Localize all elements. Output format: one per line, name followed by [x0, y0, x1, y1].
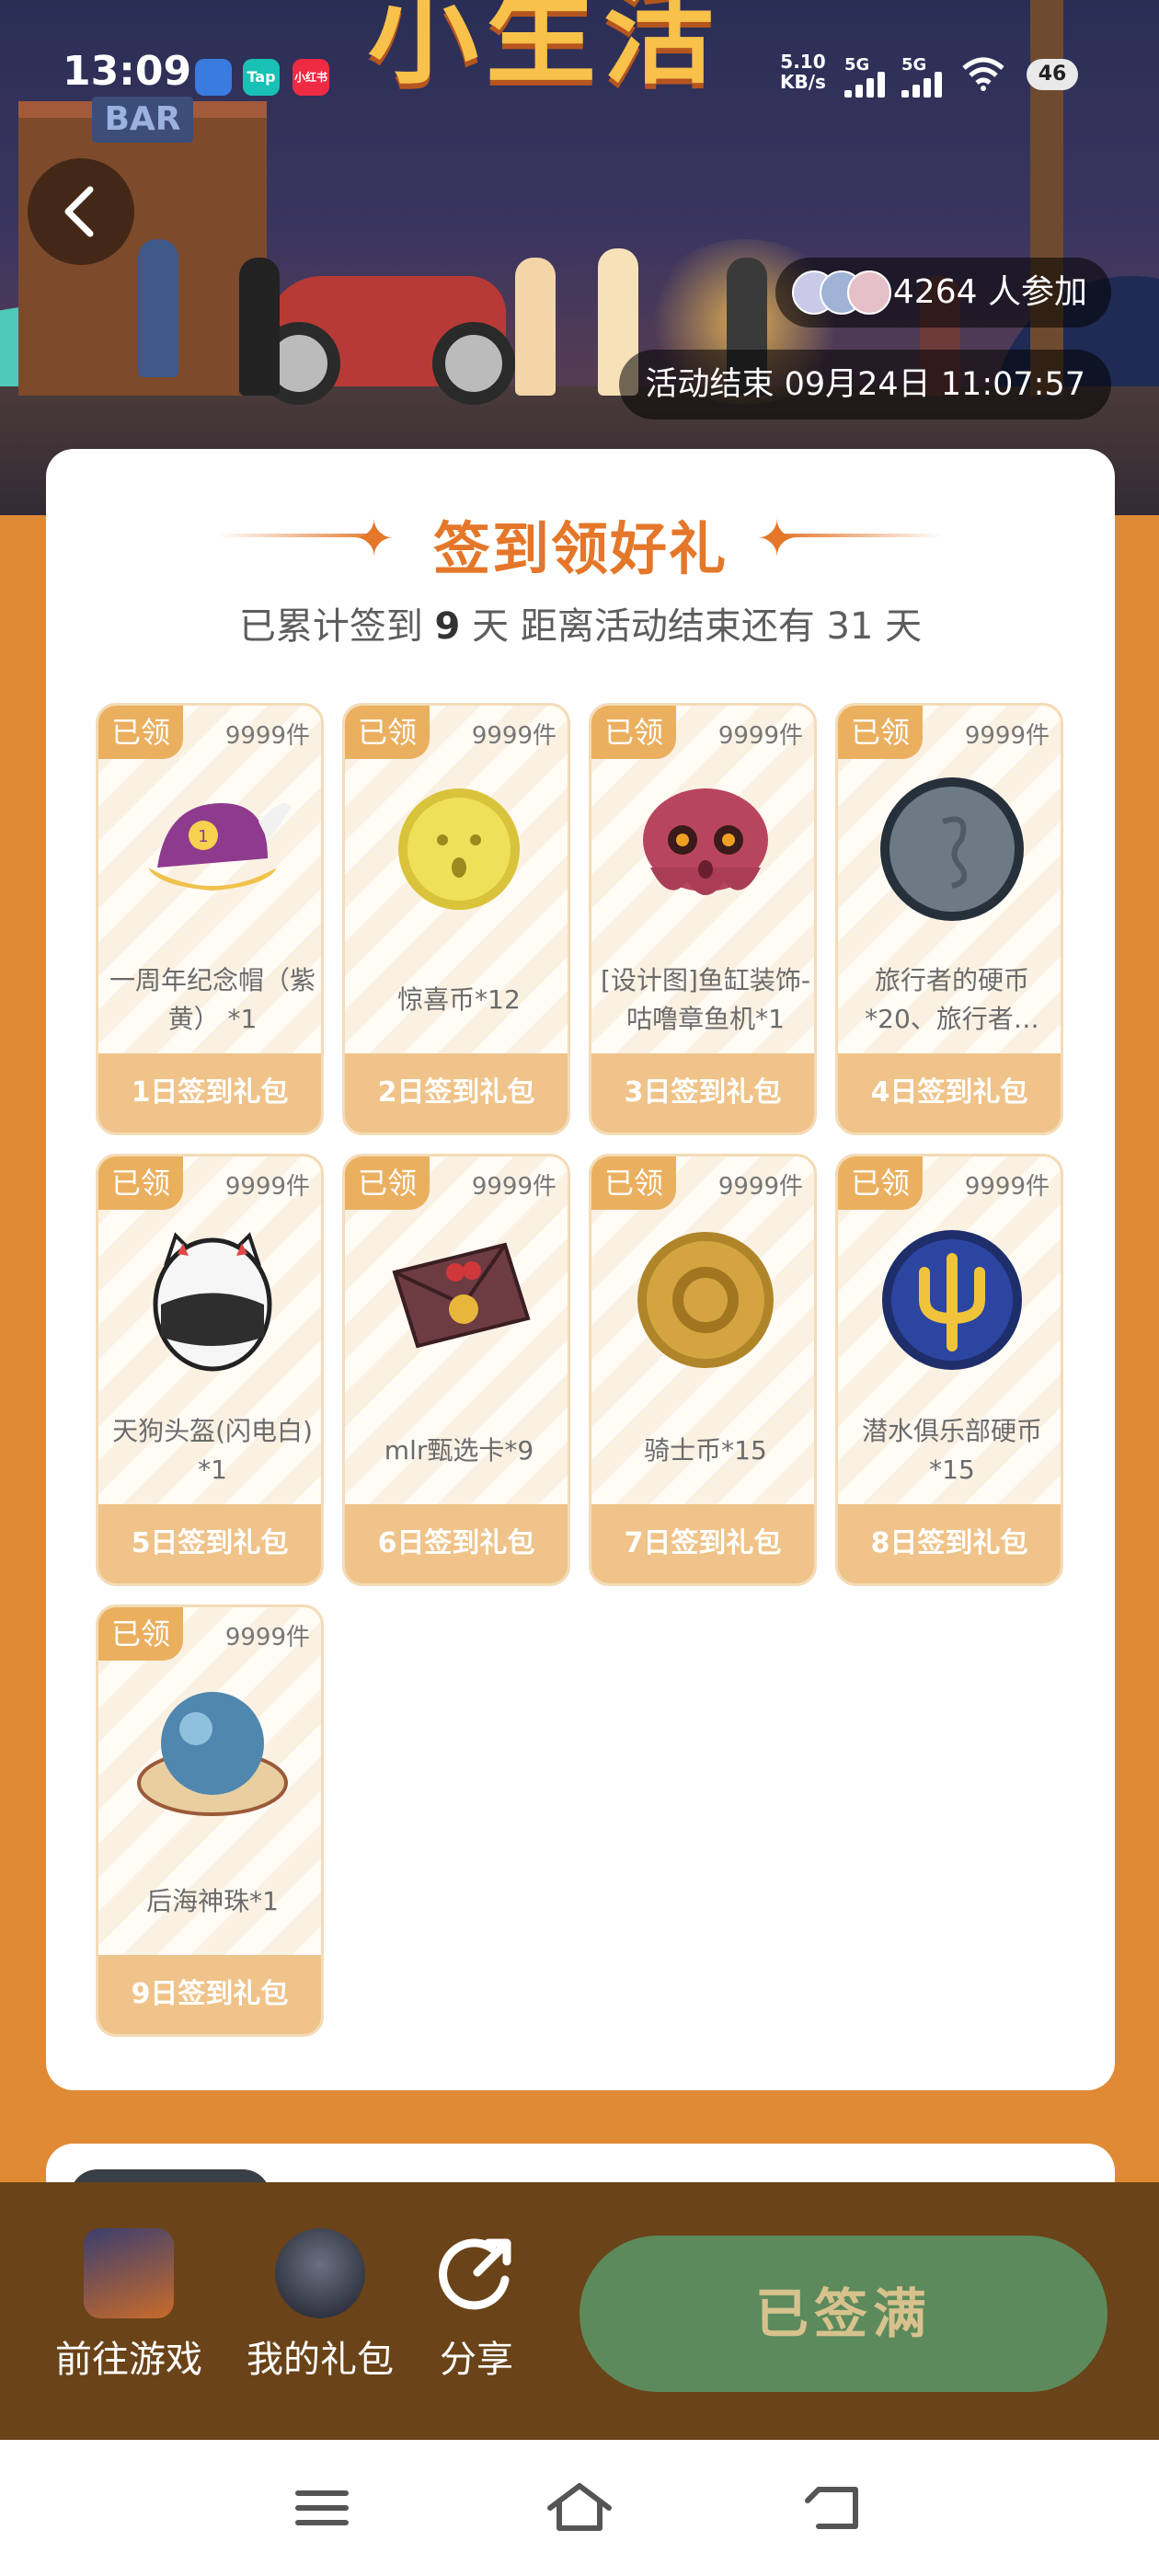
claimed-tag: 已领 [838, 1156, 923, 1210]
gift-avatar-icon [275, 2228, 365, 2318]
character-figure [515, 258, 556, 396]
reward-day-label: 5日签到礼包 [98, 1504, 321, 1583]
stock-count: 9999件 [224, 722, 310, 750]
claimed-tag: 已领 [98, 1607, 183, 1661]
claimed-tag: 已领 [591, 706, 676, 759]
summary-remaining: 天 距离活动结束还有 31 天 [472, 605, 923, 648]
surprise-coin-icon [398, 788, 520, 910]
reward-name: [设计图]鱼缸装饰-咕噜章鱼机*1 [601, 965, 810, 1034]
battery-indicator: 46 [1027, 59, 1078, 90]
claimed-tag: 已领 [345, 706, 430, 759]
app-icon-blue [195, 59, 232, 96]
reward-name: 惊喜币*12 [397, 984, 521, 1015]
go-to-game-label: 前往游戏 [55, 2339, 202, 2381]
stock-count: 9999件 [471, 1173, 557, 1201]
menu-icon[interactable] [285, 2480, 359, 2536]
participants-suffix: 人参加 [987, 273, 1087, 311]
traveler-coin-icon [880, 777, 1024, 921]
share-button[interactable]: 分享 [384, 2228, 568, 2383]
reward-item[interactable]: 已领 9999件 mlr甄选卡*9 6日签到礼包 [342, 1154, 570, 1586]
share-label: 分享 [440, 2339, 513, 2381]
reward-day-label: 4日签到礼包 [838, 1053, 1061, 1133]
reward-name: 后海神珠*1 [146, 1886, 279, 1916]
claimed-tag: 已领 [98, 1156, 183, 1210]
stock-count: 9999件 [964, 1173, 1050, 1201]
signal-icon [844, 70, 890, 98]
stock-count: 9999件 [964, 722, 1050, 750]
xiaohongshu-icon: 小红书 [293, 59, 329, 96]
reward-item[interactable]: 已领 9999件 旅行者的硬币*20、旅行者… 4日签到礼包 [835, 703, 1063, 1135]
network-speed: 5.10 KB/s [780, 52, 826, 92]
bottom-action-bar: 前往游戏 我的礼包 分享 已签满 [0, 2182, 1159, 2440]
back-button[interactable] [28, 158, 134, 265]
character-figure [138, 239, 178, 377]
reward-name: 潜水俱乐部硬币*15 [861, 1416, 1042, 1485]
go-to-game-button[interactable]: 前往游戏 [37, 2228, 221, 2383]
reward-item[interactable]: 已领 9999件 惊喜币*12 2日签到礼包 [342, 703, 570, 1135]
knight-coin-icon [637, 1232, 774, 1368]
status-bar: 13:09 Tap 小红书 5.10 KB/s 5G 5G 46 [0, 0, 1159, 147]
system-nav-bar [0, 2440, 1159, 2576]
signal-icon [901, 70, 947, 98]
stock-count: 9999件 [717, 1173, 803, 1201]
stock-count: 9999件 [717, 722, 803, 750]
trident-coin-icon [882, 1230, 1022, 1370]
stock-count: 9999件 [224, 1173, 310, 1201]
summary-days: 9 [434, 605, 461, 648]
helmet-icon [153, 1232, 272, 1372]
reward-day-label: 8日签到礼包 [838, 1504, 1061, 1583]
reward-item[interactable]: 已领 9999件 天狗头盔(闪电白) *1 5日签到礼包 [96, 1154, 324, 1586]
reward-name: 一周年纪念帽（紫黄） *1 [109, 965, 316, 1034]
envelope-card-icon [392, 1242, 531, 1349]
reward-name: 旅行者的硬币*20、旅行者… [865, 965, 1039, 1034]
claimed-tag: 已领 [98, 706, 183, 759]
wifi-icon [962, 57, 1004, 91]
event-end-time: 活动结束 09月24日 11:07:57 [619, 350, 1111, 420]
octopus-icon [643, 788, 768, 895]
pearl-icon [137, 1692, 288, 1816]
back-nav-icon[interactable] [800, 2480, 874, 2536]
claimed-tag: 已领 [345, 1156, 430, 1210]
participants-count: 4264 [892, 273, 978, 311]
chevron-left-icon [64, 186, 94, 237]
reward-name: 骑士币*15 [644, 1435, 767, 1466]
tap-icon: Tap [243, 59, 280, 96]
reward-item[interactable]: 已领 9999件 [设计图]鱼缸装饰-咕噜章鱼机*1 3日签到礼包 [589, 703, 817, 1135]
checkin-card: ✦ 签到领好礼 ✦ 已累计签到 9 天 距离活动结束还有 31 天 已领 999… [46, 449, 1115, 2090]
network-speed-unit: KB/s [780, 71, 826, 93]
reward-item[interactable]: 已领 9999件 潜水俱乐部硬币*15 8日签到礼包 [835, 1154, 1063, 1586]
reward-day-label: 7日签到礼包 [591, 1504, 814, 1583]
reward-day-label: 6日签到礼包 [345, 1504, 568, 1583]
checkin-summary: 已累计签到 9 天 距离活动结束还有 31 天 [46, 596, 1115, 650]
status-time: 13:09 [63, 48, 192, 95]
character-figure [239, 258, 280, 396]
reward-item[interactable]: 已领 9999件 骑士币*15 7日签到礼包 [589, 1154, 817, 1586]
svg-text:1: 1 [198, 827, 208, 846]
network-speed-value: 5.10 [780, 51, 826, 73]
home-icon[interactable] [543, 2480, 616, 2536]
claimed-tag: 已领 [838, 706, 923, 759]
share-icon [439, 2238, 511, 2310]
signed-full-button[interactable]: 已签满 [580, 2236, 1107, 2392]
reward-name: mlr甄选卡*9 [384, 1435, 534, 1466]
avatar [846, 270, 891, 315]
reward-item[interactable]: 已领 9999件 后海神珠*1 9日签到礼包 [96, 1604, 324, 2037]
reward-day-label: 3日签到礼包 [591, 1053, 814, 1133]
stock-count: 9999件 [224, 1624, 310, 1651]
checkin-title: 签到领好礼 [432, 515, 728, 582]
reward-name: 天狗头盔(闪电白) *1 [112, 1416, 313, 1485]
reward-day-label: 9日签到礼包 [98, 1955, 321, 2034]
claimed-tag: 已领 [591, 1156, 676, 1210]
reward-item[interactable]: 已领 9999件 1 一周年纪念帽（紫黄） *1 1日签到礼包 [96, 703, 324, 1135]
reward-day-label: 1日签到礼包 [98, 1053, 321, 1133]
game-icon [84, 2228, 174, 2318]
cap-icon: 1 [148, 803, 291, 891]
sparkle-icon: ✦ [756, 510, 798, 568]
reward-day-label: 2日签到礼包 [345, 1053, 568, 1133]
stock-count: 9999件 [471, 722, 557, 750]
motorcycle-wheel [432, 322, 515, 405]
summary-prefix: 已累计签到 [238, 605, 423, 648]
participants-badge: 4264 人参加 [775, 258, 1111, 328]
title-divider [778, 534, 944, 537]
